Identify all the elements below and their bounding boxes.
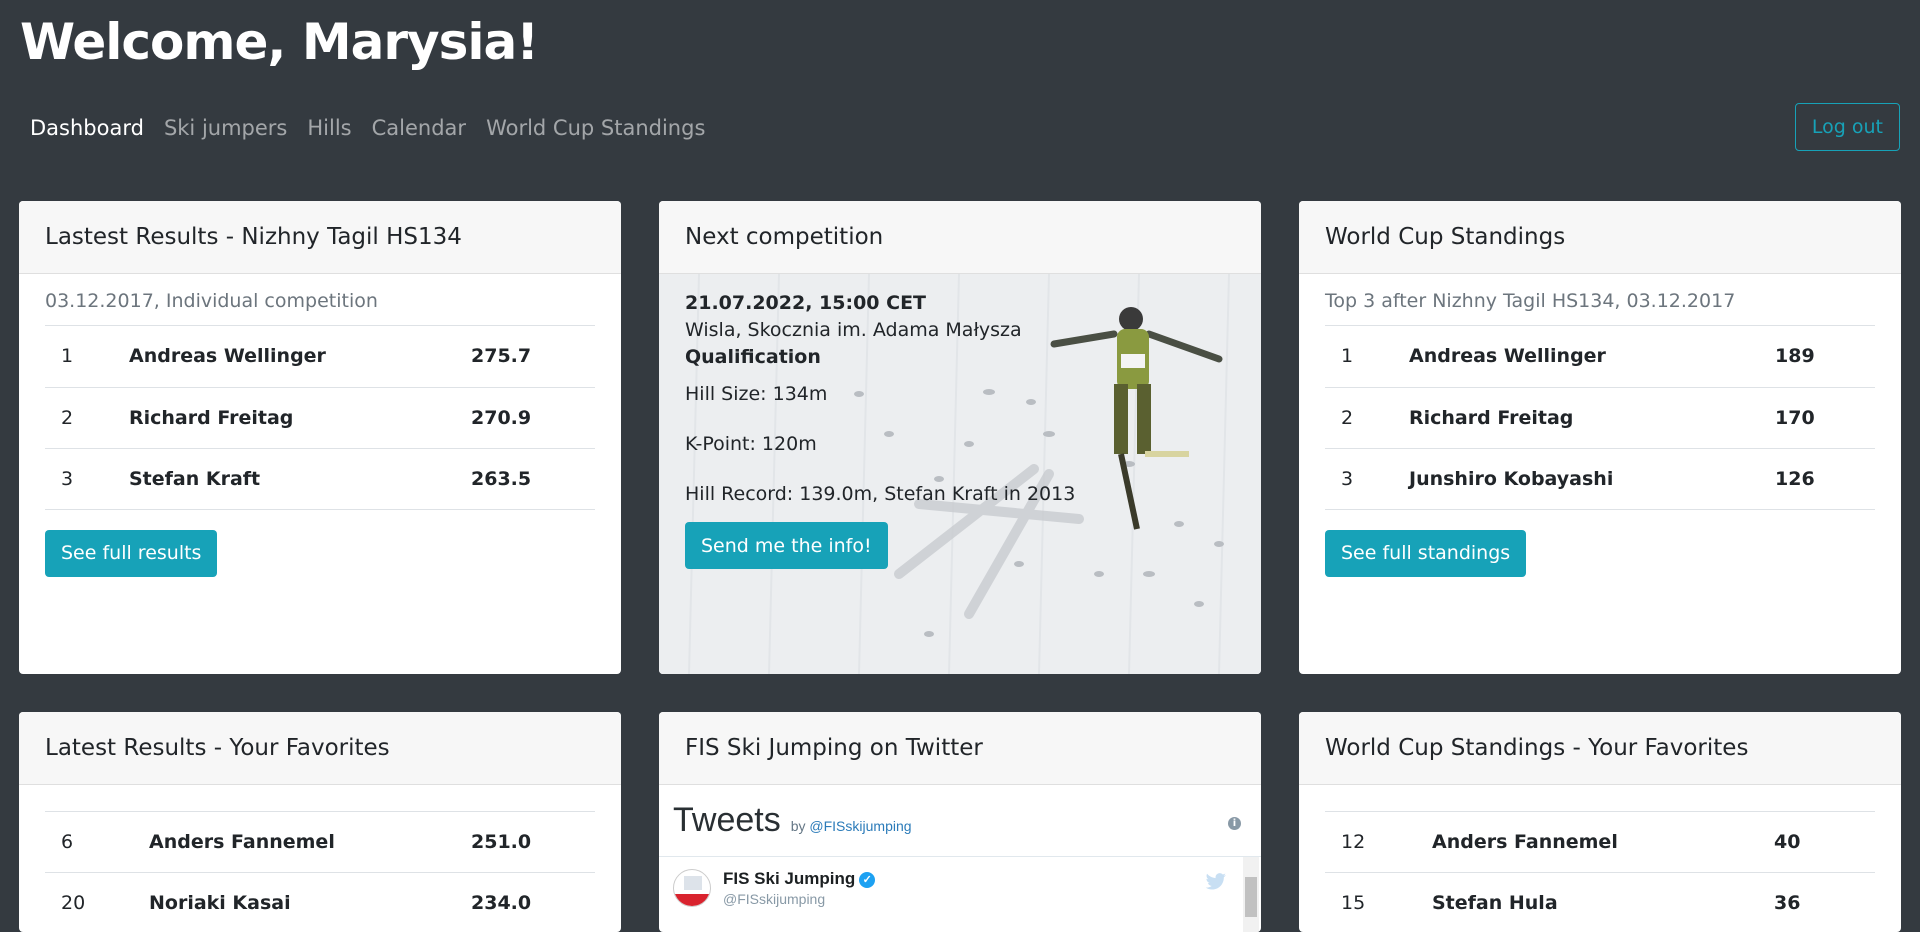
k-point: K-Point: 120m bbox=[685, 431, 1235, 458]
score-cell: 275.7 bbox=[471, 326, 595, 387]
name-cell: Anders Fannemel bbox=[1432, 812, 1774, 873]
tweets-by-prefix: by bbox=[791, 818, 806, 834]
next-competition-body: 21.07.2022, 15:00 CET Wisla, Skocznia im… bbox=[659, 274, 1261, 674]
name-cell: Junshiro Kobayashi bbox=[1409, 448, 1775, 509]
table-row: 1 Andreas Wellinger 189 bbox=[1325, 326, 1875, 387]
table-row: 3 Stefan Kraft 263.5 bbox=[45, 448, 595, 509]
table-row: 6 Anders Fannemel 251.0 bbox=[45, 812, 595, 873]
verified-badge-icon: ✓ bbox=[859, 872, 875, 888]
nav-calendar[interactable]: Calendar bbox=[362, 116, 476, 140]
name-cell: Noriaki Kasai bbox=[149, 873, 471, 932]
fis-logo-icon bbox=[674, 870, 711, 907]
name-cell: Andreas Wellinger bbox=[129, 326, 471, 387]
nav-ski-jumpers[interactable]: Ski jumpers bbox=[154, 116, 297, 140]
table-row: 15 Stefan Hula 36 bbox=[1325, 873, 1875, 932]
nav-world-cup-standings[interactable]: World Cup Standings bbox=[476, 116, 715, 140]
nav-dashboard[interactable]: Dashboard bbox=[20, 116, 154, 140]
rank-cell: 1 bbox=[1325, 326, 1409, 387]
table-row: 3 Junshiro Kobayashi 126 bbox=[1325, 448, 1875, 509]
avatar[interactable] bbox=[673, 869, 711, 907]
tweet-account-handle[interactable]: @FISskijumping bbox=[723, 891, 875, 907]
favorites-results-table: 6 Anders Fannemel 251.0 20 Noriaki Kasai… bbox=[45, 811, 595, 932]
table-row: 20 Noriaki Kasai 234.0 bbox=[45, 873, 595, 932]
world-cup-standings-title: World Cup Standings bbox=[1299, 201, 1901, 274]
latest-results-subtitle: 03.12.2017, Individual competition bbox=[45, 290, 595, 326]
table-row: 2 Richard Freitag 270.9 bbox=[45, 387, 595, 448]
latest-results-card: Lastest Results - Nizhny Tagil HS134 03.… bbox=[19, 201, 621, 674]
name-cell: Anders Fannemel bbox=[149, 812, 471, 873]
nav-hills[interactable]: Hills bbox=[297, 116, 361, 140]
competition-datetime: 21.07.2022, 15:00 CET bbox=[685, 290, 1235, 317]
rank-cell: 2 bbox=[45, 387, 129, 448]
score-cell: 270.9 bbox=[471, 387, 595, 448]
rank-cell: 12 bbox=[1325, 812, 1432, 873]
tweet-account-name[interactable]: FIS Ski Jumping bbox=[723, 869, 855, 888]
name-cell: Stefan Hula bbox=[1432, 873, 1774, 932]
next-competition-title: Next competition bbox=[659, 201, 1261, 274]
rank-cell: 3 bbox=[45, 448, 129, 509]
table-row: 12 Anders Fannemel 40 bbox=[1325, 812, 1875, 873]
latest-results-table: 1 Andreas Wellinger 275.7 2 Richard Frei… bbox=[45, 326, 595, 510]
name-cell: Richard Freitag bbox=[1409, 387, 1775, 448]
tweets-heading: Tweets bbox=[673, 801, 781, 840]
points-cell: 189 bbox=[1775, 326, 1875, 387]
hill-size: Hill Size: 134m bbox=[685, 381, 1235, 408]
points-cell: 36 bbox=[1774, 873, 1875, 932]
favorites-results-card: Latest Results - Your Favorites 6 Anders… bbox=[19, 712, 621, 932]
info-icon[interactable]: i bbox=[1228, 817, 1241, 830]
tweets-by-label: by @FISskijumping bbox=[791, 818, 912, 834]
name-cell: Stefan Kraft bbox=[129, 448, 471, 509]
points-cell: 40 bbox=[1774, 812, 1875, 873]
rank-cell: 15 bbox=[1325, 873, 1432, 932]
world-cup-standings-subtitle: Top 3 after Nizhny Tagil HS134, 03.12.20… bbox=[1325, 290, 1875, 326]
twitter-bird-icon[interactable] bbox=[1205, 873, 1227, 891]
see-full-results-button[interactable]: See full results bbox=[45, 530, 217, 577]
world-cup-standings-table: 1 Andreas Wellinger 189 2 Richard Freita… bbox=[1325, 326, 1875, 510]
twitter-handle-link[interactable]: @FISskijumping bbox=[809, 818, 911, 834]
hill-record: Hill Record: 139.0m, Stefan Kraft in 201… bbox=[685, 481, 1235, 508]
favorites-standings-card: World Cup Standings - Your Favorites 12 … bbox=[1299, 712, 1901, 932]
see-full-standings-button[interactable]: See full standings bbox=[1325, 530, 1526, 577]
points-cell: 126 bbox=[1775, 448, 1875, 509]
latest-results-title: Lastest Results - Nizhny Tagil HS134 bbox=[19, 201, 621, 274]
rank-cell: 1 bbox=[45, 326, 129, 387]
welcome-heading: Welcome, Marysia! bbox=[20, 10, 538, 74]
competition-type: Qualification bbox=[685, 344, 1235, 371]
favorites-standings-title: World Cup Standings - Your Favorites bbox=[1299, 712, 1901, 785]
tweets-scrollbar[interactable] bbox=[1243, 857, 1259, 932]
twitter-timeline-widget[interactable]: Tweets by @FISskijumping i FIS Ski Jumpi… bbox=[659, 785, 1261, 917]
score-cell: 234.0 bbox=[471, 873, 595, 932]
favorites-results-title: Latest Results - Your Favorites bbox=[19, 712, 621, 785]
rank-cell: 20 bbox=[45, 873, 149, 932]
table-row: 2 Richard Freitag 170 bbox=[1325, 387, 1875, 448]
rank-cell: 6 bbox=[45, 812, 149, 873]
score-cell: 251.0 bbox=[471, 812, 595, 873]
twitter-card: FIS Ski Jumping on Twitter Tweets by @FI… bbox=[659, 712, 1261, 932]
rank-cell: 3 bbox=[1325, 448, 1409, 509]
table-row: 1 Andreas Wellinger 275.7 bbox=[45, 326, 595, 387]
name-cell: Andreas Wellinger bbox=[1409, 326, 1775, 387]
send-me-info-button[interactable]: Send me the info! bbox=[685, 522, 888, 569]
twitter-card-title: FIS Ski Jumping on Twitter bbox=[659, 712, 1261, 785]
logout-button[interactable]: Log out bbox=[1795, 103, 1900, 151]
score-cell: 263.5 bbox=[471, 448, 595, 509]
next-competition-card: Next competition bbox=[659, 201, 1261, 674]
world-cup-standings-card: World Cup Standings Top 3 after Nizhny T… bbox=[1299, 201, 1901, 674]
points-cell: 170 bbox=[1775, 387, 1875, 448]
favorites-standings-table: 12 Anders Fannemel 40 15 Stefan Hula 36 bbox=[1325, 811, 1875, 932]
main-nav: Dashboard Ski jumpers Hills Calendar Wor… bbox=[20, 108, 715, 148]
rank-cell: 2 bbox=[1325, 387, 1409, 448]
tweet-item[interactable]: FIS Ski Jumping✓ @FISskijumping bbox=[659, 857, 1261, 917]
name-cell: Richard Freitag bbox=[129, 387, 471, 448]
competition-venue: Wisla, Skocznia im. Adama Małysza bbox=[685, 317, 1235, 344]
